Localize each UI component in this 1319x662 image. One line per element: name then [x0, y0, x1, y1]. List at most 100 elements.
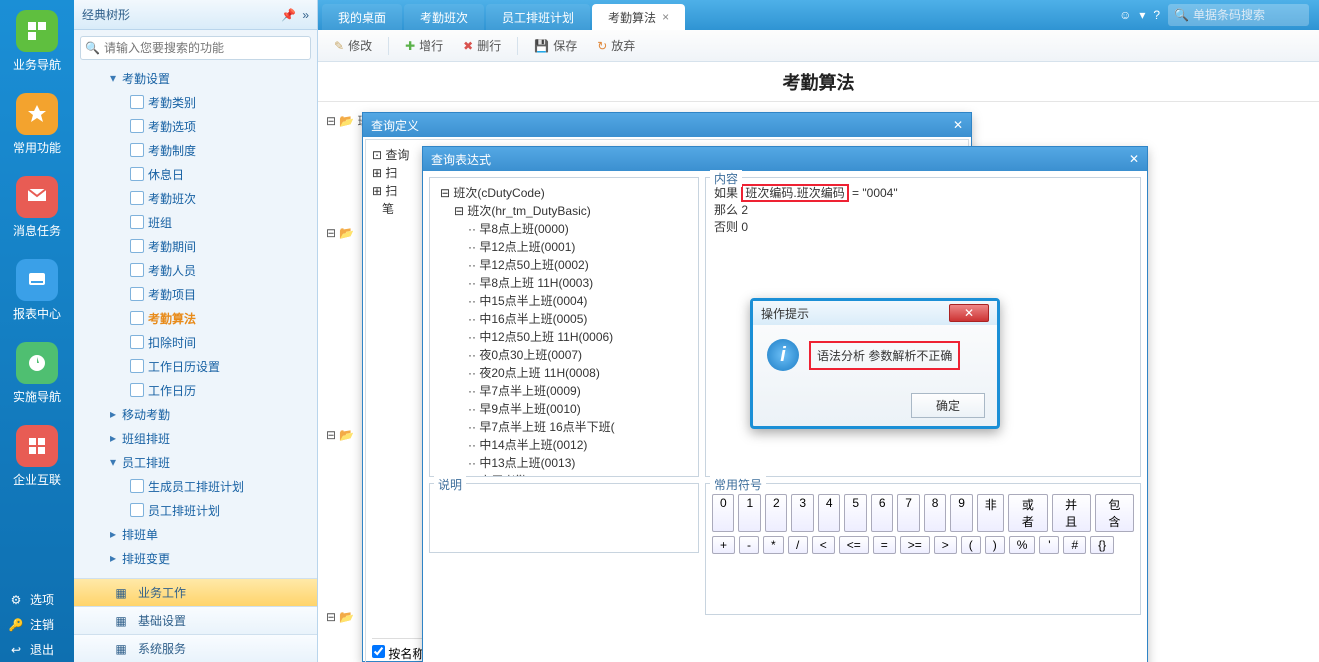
chevron-double-icon[interactable]: »	[302, 8, 309, 22]
field-tree-line[interactable]: ·· 中13点上班(0013)	[440, 454, 692, 472]
tree-item-1[interactable]: 考勤选项	[74, 114, 317, 138]
tree-item-9[interactable]: 考勤算法	[74, 306, 317, 330]
tree-sibling-1[interactable]: ▸班组排班	[74, 426, 317, 450]
sym-btn[interactable]: 非	[977, 494, 1005, 532]
sym-btn[interactable]: 0	[712, 494, 734, 532]
tree-item-2[interactable]: 考勤制度	[74, 138, 317, 162]
field-tree-line[interactable]: ·· 高层考勤(0014)	[440, 472, 692, 477]
field-tree-line[interactable]: ·· 中16点半上班(0005)	[440, 310, 692, 328]
sym-btn[interactable]: %	[1009, 536, 1036, 554]
tree-item-12[interactable]: 工作日历	[74, 378, 317, 402]
tab-3[interactable]: 考勤算法×	[592, 4, 685, 30]
field-tree-line[interactable]: ·· 早8点上班 11H(0003)	[440, 274, 692, 292]
tree-search-input[interactable]	[104, 41, 306, 55]
field-tree-line[interactable]: ·· 早7点半上班 16点半下班(	[440, 418, 692, 436]
tree-item-7[interactable]: 考勤人员	[74, 258, 317, 282]
field-tree[interactable]: ⊟ 班次(cDutyCode)⊟ 班次(hr_tm_DutyBasic)·· 早…	[429, 177, 699, 477]
tree-item-5[interactable]: 班组	[74, 210, 317, 234]
field-tree-line[interactable]: ·· 中12点50上班 11H(0006)	[440, 328, 692, 346]
sym-btn[interactable]: =	[873, 536, 896, 554]
field-tree-line[interactable]: ⊟ 班次(hr_tm_DutyBasic)	[440, 202, 692, 220]
accordion-1[interactable]: ▦基础设置	[74, 606, 317, 634]
sym-btn[interactable]: 3	[791, 494, 813, 532]
smile-icon[interactable]: ☺	[1119, 8, 1131, 22]
field-tree-line[interactable]: ·· 中14点半上班(0012)	[440, 436, 692, 454]
sym-btn[interactable]: <=	[839, 536, 869, 554]
field-tree-line[interactable]: ·· 早12点上班(0001)	[440, 238, 692, 256]
barcode-search-input[interactable]	[1193, 8, 1303, 22]
msgbox-ok-button[interactable]: 确定	[911, 393, 985, 418]
sym-btn[interactable]: 6	[871, 494, 893, 532]
rail-item-1[interactable]: 常用功能	[0, 83, 74, 166]
sym-btn[interactable]: -	[739, 536, 759, 554]
tree-sibling-0[interactable]: ▸移动考勤	[74, 402, 317, 426]
tb-save[interactable]: 💾保存	[526, 34, 585, 57]
pin-icon[interactable]: 📌	[281, 8, 296, 22]
tab-1[interactable]: 考勤班次	[404, 4, 484, 30]
tree-root[interactable]: ▾考勤设置	[74, 66, 317, 90]
barcode-search[interactable]: 🔍	[1168, 4, 1309, 26]
rail-item-0[interactable]: 业务导航	[0, 0, 74, 83]
field-tree-line[interactable]: ·· 夜20点上班 11H(0008)	[440, 364, 692, 382]
tree-item-3[interactable]: 休息日	[74, 162, 317, 186]
name-checkbox[interactable]: 按名称	[372, 647, 424, 661]
tree-item-10[interactable]: 扣除时间	[74, 330, 317, 354]
tree-item-4[interactable]: 考勤班次	[74, 186, 317, 210]
tree-emp-1[interactable]: 员工排班计划	[74, 498, 317, 522]
sym-btn[interactable]: >	[934, 536, 957, 554]
tree-item-0[interactable]: 考勤类别	[74, 90, 317, 114]
rail-item-2[interactable]: 消息任务	[0, 166, 74, 249]
rail-logout[interactable]: 🔑注销	[0, 612, 74, 637]
tree-item-11[interactable]: 工作日历设置	[74, 354, 317, 378]
sym-btn[interactable]: 或者	[1008, 494, 1047, 532]
sym-btn[interactable]: )	[985, 536, 1005, 554]
help-icon[interactable]: ?	[1153, 8, 1160, 22]
field-tree-line[interactable]: ·· 中15点半上班(0004)	[440, 292, 692, 310]
tree-search[interactable]: 🔍	[80, 36, 311, 60]
field-tree-line[interactable]: ·· 早12点50上班(0002)	[440, 256, 692, 274]
tab-0[interactable]: 我的桌面	[322, 4, 402, 30]
field-tree-line[interactable]: ·· 早8点上班(0000)	[440, 220, 692, 238]
close-icon[interactable]: ×	[662, 10, 669, 24]
sym-btn[interactable]: 4	[818, 494, 840, 532]
tb-discard[interactable]: ↻放弃	[589, 34, 643, 57]
sym-btn[interactable]: 2	[765, 494, 787, 532]
tree-sibling2-1[interactable]: ▸排班变更	[74, 546, 317, 570]
sym-btn[interactable]: #	[1063, 536, 1086, 554]
tb-delrow[interactable]: ✖删行	[455, 34, 509, 57]
tb-addrow[interactable]: ✚增行	[397, 34, 451, 57]
tree-item-6[interactable]: 考勤期间	[74, 234, 317, 258]
tb-edit[interactable]: ✎修改	[326, 34, 380, 57]
rail-item-5[interactable]: 企业互联	[0, 415, 74, 498]
rail-options[interactable]: ⚙选项	[0, 587, 74, 612]
sym-btn[interactable]: *	[763, 536, 784, 554]
field-tree-line[interactable]: ·· 夜0点30上班(0007)	[440, 346, 692, 364]
tree-emp-0[interactable]: 生成员工排班计划	[74, 474, 317, 498]
close-icon[interactable]: ✕	[1129, 152, 1139, 166]
sym-btn[interactable]: 7	[897, 494, 919, 532]
sym-btn[interactable]: 包含	[1095, 494, 1134, 532]
sym-btn[interactable]: 1	[738, 494, 760, 532]
close-icon[interactable]: ✕	[949, 304, 989, 322]
field-tree-line[interactable]: ·· 早7点半上班(0009)	[440, 382, 692, 400]
field-tree-line[interactable]: ·· 早9点半上班(0010)	[440, 400, 692, 418]
rail-item-3[interactable]: 报表中心	[0, 249, 74, 332]
rail-exit[interactable]: ↩退出	[0, 637, 74, 662]
sym-btn[interactable]: {}	[1090, 536, 1114, 554]
expr-content[interactable]: 内容 如果 班次编码.班次编码 = "0004" 那么 2 否则 0 操作提示 …	[705, 177, 1141, 477]
sym-btn[interactable]: +	[712, 536, 735, 554]
sym-btn[interactable]: '	[1039, 536, 1059, 554]
sym-btn[interactable]: /	[788, 536, 808, 554]
sym-btn[interactable]: 9	[950, 494, 972, 532]
sym-btn[interactable]: (	[961, 536, 981, 554]
sym-btn[interactable]: 5	[844, 494, 866, 532]
tab-2[interactable]: 员工排班计划	[486, 4, 590, 30]
tree-item-8[interactable]: 考勤项目	[74, 282, 317, 306]
sym-btn[interactable]: <	[812, 536, 835, 554]
sym-btn[interactable]: 8	[924, 494, 946, 532]
sym-btn[interactable]: >=	[900, 536, 930, 554]
field-tree-line[interactable]: ⊟ 班次(cDutyCode)	[440, 184, 692, 202]
tree-sibling-2[interactable]: ▾员工排班	[74, 450, 317, 474]
rail-item-4[interactable]: 实施导航	[0, 332, 74, 415]
tree-sibling2-0[interactable]: ▸排班单	[74, 522, 317, 546]
